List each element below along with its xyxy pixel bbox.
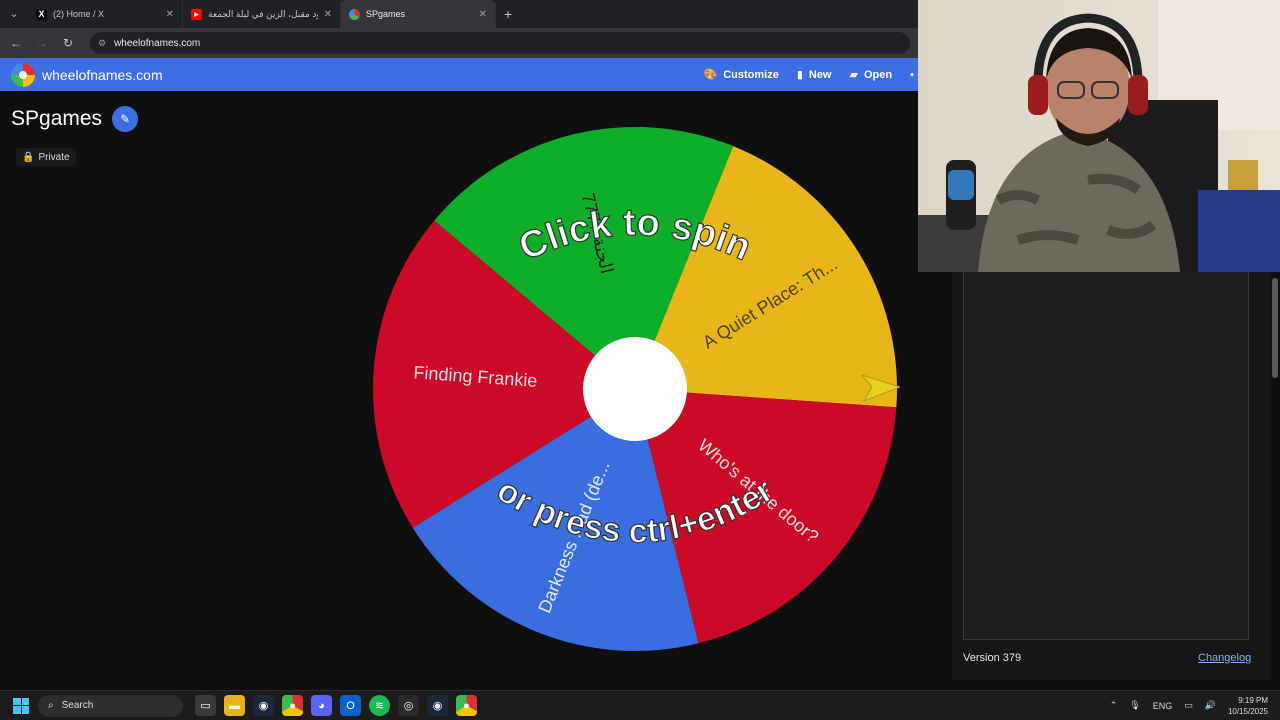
save-button[interactable]: ▪ xyxy=(910,69,914,81)
new-tab-button[interactable]: + xyxy=(496,6,520,22)
site-brand[interactable]: wheelofnames.com xyxy=(42,67,163,83)
chevron-up-icon[interactable]: ⌃ xyxy=(1110,700,1118,711)
scrollbar-thumb[interactable] xyxy=(1272,278,1278,378)
open-label: Open xyxy=(863,68,893,81)
address-bar: ← → ↻ ⚙ wheelofnames.com xyxy=(0,28,918,58)
spotify-icon[interactable]: ≋ xyxy=(369,695,390,716)
file-explorer-icon[interactable]: ▬ xyxy=(224,695,245,716)
tab-spgames[interactable]: SPgames ✕ xyxy=(341,0,496,28)
outlook-icon[interactable]: O xyxy=(340,695,361,716)
lock-icon: 🔒 xyxy=(22,151,35,163)
changelog-link[interactable]: Changelog xyxy=(1198,652,1251,664)
site-info-icon[interactable]: ⚙ xyxy=(98,38,106,49)
system-tray: ⌃ 🎙 ENG ▭ 🔊 9:19 PM 10/15/2025 xyxy=(1110,695,1280,717)
save-icon: ▪ xyxy=(910,68,914,81)
forward-icon[interactable]: → xyxy=(32,33,52,53)
customize-button[interactable]: 🎨 Customize xyxy=(703,68,779,82)
obs-icon[interactable]: ◎ xyxy=(398,695,419,716)
network-icon[interactable]: ▭ xyxy=(1184,700,1193,711)
page-scrollbar[interactable] xyxy=(1270,272,1280,688)
search-label: Search xyxy=(61,700,94,711)
reload-icon[interactable]: ↻ xyxy=(58,33,78,53)
tab-title: سعود مقبل، الزين في ليلة الجمعة xyxy=(208,8,318,19)
search-icon: ⌕ xyxy=(48,700,54,711)
steam-icon[interactable]: ◉ xyxy=(253,695,274,716)
edit-title-button[interactable]: ✎ xyxy=(112,106,138,132)
windows-taskbar: ⌕ Search ▭ ▬ ◉ ● ◕ O ≋ ◎ ◉ ● ⌃ 🎙 ENG ▭ 🔊… xyxy=(0,690,1280,720)
x-icon: X xyxy=(36,8,47,20)
visibility-badge[interactable]: 🔒 Private xyxy=(16,148,76,166)
microphone-icon[interactable]: 🎙 xyxy=(1129,700,1140,711)
page-body: SPgames ✎ 🔒 Private A Quiet Place: Th...… xyxy=(0,91,952,689)
tab-youtube[interactable]: ▶ سعود مقبل، الزين في ليلة الجمعة ✕ xyxy=(183,0,341,28)
wheel-icon xyxy=(349,8,360,20)
pencil-icon: ✎ xyxy=(119,112,131,126)
windows-start-icon[interactable] xyxy=(13,697,29,714)
visibility-label: Private xyxy=(38,151,70,163)
chrome-icon[interactable]: ● xyxy=(456,695,477,716)
steam-icon[interactable]: ◉ xyxy=(427,695,448,716)
tab-title: SPgames xyxy=(366,9,406,19)
taskbar-search[interactable]: ⌕ Search xyxy=(38,694,183,717)
new-label: New xyxy=(808,68,832,81)
tab-x[interactable]: X (2) Home / X ✕ xyxy=(28,0,183,28)
site-logo-icon[interactable] xyxy=(11,62,35,87)
task-view-icon[interactable]: ▭ xyxy=(195,695,216,716)
url-text: wheelofnames.com xyxy=(114,37,201,49)
volume-icon[interactable]: 🔊 xyxy=(1205,700,1216,711)
clock-time: 9:19 PM xyxy=(1238,695,1268,705)
language-indicator[interactable]: ENG xyxy=(1153,701,1173,711)
youtube-icon: ▶ xyxy=(191,8,202,20)
entries-panel: Version 379 Changelog xyxy=(952,272,1270,680)
customize-label: Customize xyxy=(723,68,779,81)
wheel-center[interactable] xyxy=(583,337,687,441)
site-header: wheelofnames.com 🎨 Customize ▮ New ▰ Ope… xyxy=(0,58,918,91)
tab-search-icon[interactable]: ⌄ xyxy=(0,0,28,28)
close-icon[interactable]: ✕ xyxy=(479,9,487,20)
new-button[interactable]: ▮ New xyxy=(796,68,832,82)
url-field[interactable]: ⚙ wheelofnames.com xyxy=(90,32,910,54)
close-icon[interactable]: ✕ xyxy=(166,9,174,20)
header-menu: 🎨 Customize ▮ New ▰ Open ▪ xyxy=(703,68,918,82)
tab-title: (2) Home / X xyxy=(53,9,105,19)
taskbar-apps: ▭ ▬ ◉ ● ◕ O ≋ ◎ ◉ ● xyxy=(195,695,477,716)
version-label: Version 379 xyxy=(963,652,1022,664)
folder-icon: ▰ xyxy=(849,69,858,81)
discord-icon[interactable]: ◕ xyxy=(311,695,332,716)
chrome-icon[interactable]: ● xyxy=(282,695,303,716)
wheel-of-names[interactable]: A Quiet Place: Th...Who's at the door?Da… xyxy=(370,125,900,655)
clock[interactable]: 9:19 PM 10/15/2025 xyxy=(1228,695,1268,717)
wheel-title: SPgames xyxy=(11,107,103,130)
back-icon[interactable]: ← xyxy=(6,33,26,53)
open-button[interactable]: ▰ Open xyxy=(849,68,893,82)
close-icon[interactable]: ✕ xyxy=(324,9,332,20)
file-icon: ▮ xyxy=(796,69,803,81)
webcam-feed xyxy=(918,0,1280,272)
entries-textbox[interactable] xyxy=(963,272,1249,640)
clock-date: 10/15/2025 xyxy=(1227,706,1268,716)
browser-tab-bar: ⌄ X (2) Home / X ✕ ▶ سعود مقبل، الزين في… xyxy=(0,0,918,28)
palette-icon: 🎨 xyxy=(703,69,718,81)
